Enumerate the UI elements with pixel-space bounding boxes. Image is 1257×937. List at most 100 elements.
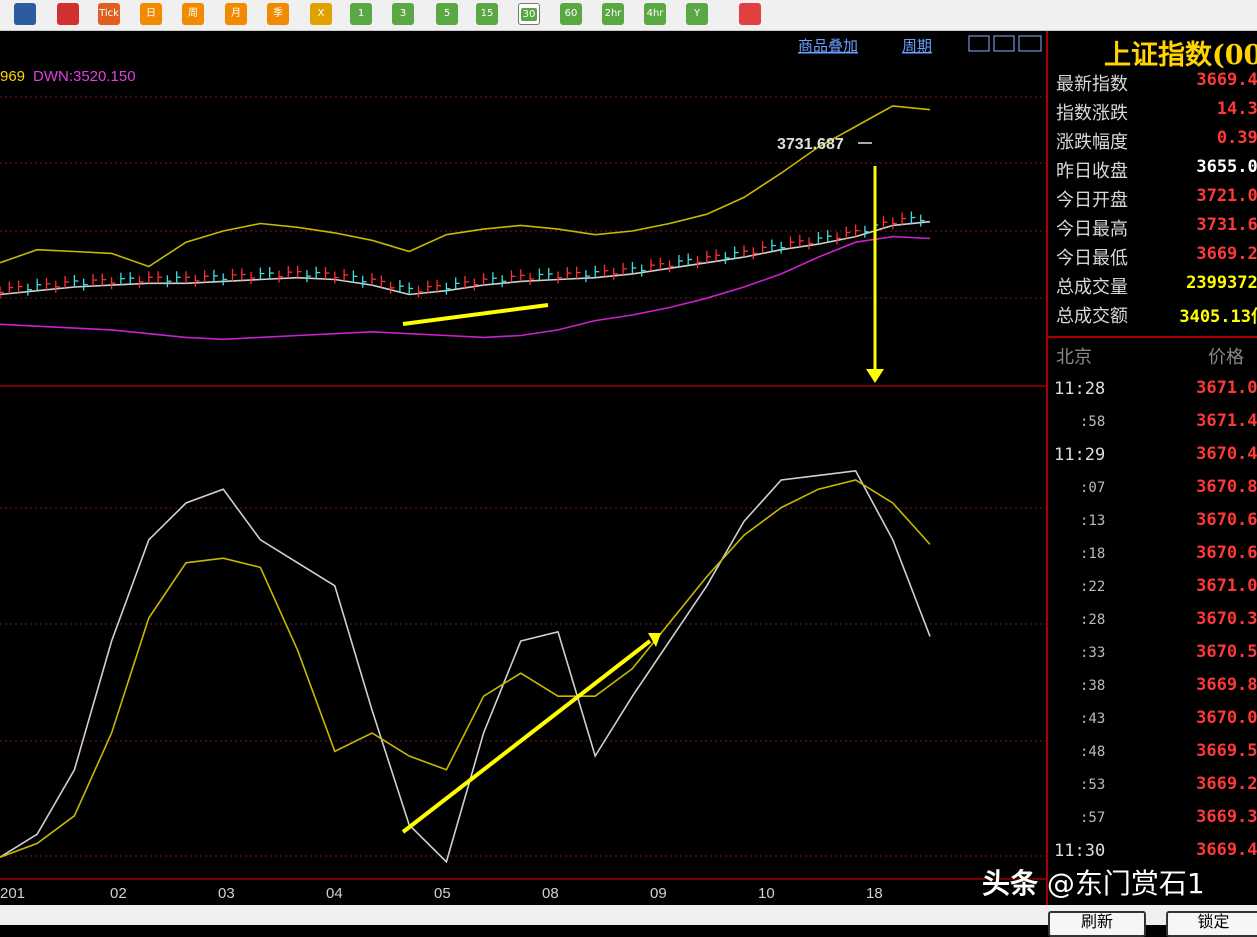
quote-value: 3731.68 bbox=[1196, 215, 1257, 235]
x-axis-label: 03 bbox=[218, 885, 235, 902]
high-price-marker: 3731.687 bbox=[777, 136, 844, 153]
tick-row: :18 3670.605 bbox=[1048, 538, 1257, 571]
tick-row: :28 3670.355 bbox=[1048, 604, 1257, 637]
quote-row: 总成交量 23993726 bbox=[1048, 270, 1257, 299]
quote-label: 昨日收盘 bbox=[1056, 161, 1128, 182]
quote-value: 0.39% bbox=[1216, 128, 1257, 148]
lock-button[interactable]: 锁定 bbox=[1166, 911, 1257, 937]
toolbar-draw-button[interactable] bbox=[739, 3, 761, 25]
quote-row: 今日最低 3669.29 bbox=[1048, 241, 1257, 270]
ticks-header-price: 价格 bbox=[1208, 347, 1244, 368]
quote-row: 指数涨跌 14.32 bbox=[1048, 96, 1257, 125]
toolbar-30min-button[interactable]: 30 bbox=[518, 3, 540, 25]
quote-row: 涨跌幅度 0.39% bbox=[1048, 125, 1257, 154]
tick-time: :48 bbox=[1080, 744, 1106, 760]
tick-time: :43 bbox=[1080, 711, 1106, 727]
quote-row: 总成交额 3405.13亿 bbox=[1048, 299, 1257, 328]
toolbar-5min-button[interactable]: 5 bbox=[436, 3, 458, 25]
toolbar-30min-label: 30 bbox=[520, 8, 538, 21]
quote-value: 14.32 bbox=[1216, 99, 1257, 119]
chart-area[interactable]: 201 02 03 04 05 08 09 10 18 969 DWN:3520.150 商品叠… bbox=[0, 31, 1046, 905]
tick-row: 11:29 3670.456 bbox=[1048, 439, 1257, 472]
x-axis-label: 10 bbox=[758, 885, 775, 902]
tick-time: :13 bbox=[1080, 513, 1106, 529]
tick-row: :07 3670.800 bbox=[1048, 472, 1257, 505]
tick-time: 11:30 bbox=[1054, 841, 1106, 861]
tick-price: 3670.060 bbox=[1196, 708, 1257, 728]
toolbar-year-button[interactable]: Y bbox=[686, 3, 708, 25]
x-axis-label: 08 bbox=[542, 885, 559, 902]
quote-value: 3669.29 bbox=[1196, 244, 1257, 264]
toolbar-x-button[interactable]: X bbox=[310, 3, 332, 25]
quote-label: 今日开盘 bbox=[1056, 190, 1128, 211]
x-axis-label: 05 bbox=[434, 885, 451, 902]
tick-price: 3670.800 bbox=[1196, 477, 1257, 497]
tick-price: 3670.355 bbox=[1196, 609, 1257, 629]
toolbar-day-button[interactable]: 日 bbox=[140, 3, 162, 25]
quote-row: 最新指数 3669.41 bbox=[1048, 67, 1257, 96]
tick-row: :48 3669.502 bbox=[1048, 736, 1257, 769]
toolbar-line-button[interactable] bbox=[57, 3, 79, 25]
indicator-mid-label: 969 bbox=[0, 68, 25, 85]
tick-time: :28 bbox=[1080, 612, 1106, 628]
toolbar-month-button[interactable]: 月 bbox=[225, 3, 247, 25]
x-axis-label: 04 bbox=[326, 885, 343, 902]
watermark-handle: @东门赏石1 bbox=[1046, 867, 1205, 900]
x-axis-label: 02 bbox=[110, 885, 127, 902]
tick-row: :13 3670.631 bbox=[1048, 505, 1257, 538]
toolbar-1min-button[interactable]: 1 bbox=[350, 3, 372, 25]
ticks-header-time: 北京 bbox=[1056, 347, 1092, 368]
status-bar: 刷新 锁定 bbox=[0, 905, 1257, 937]
tick-price: 3669.416 bbox=[1196, 840, 1257, 860]
tick-time: :18 bbox=[1080, 546, 1106, 562]
tick-time: :22 bbox=[1080, 579, 1106, 595]
tick-price: 3670.456 bbox=[1196, 444, 1257, 464]
tick-row: :38 3669.830 bbox=[1048, 670, 1257, 703]
refresh-button[interactable]: 刷新 bbox=[1048, 911, 1146, 937]
x-axis-label: 201 bbox=[0, 885, 25, 902]
tick-time: :57 bbox=[1080, 810, 1106, 826]
quote-label: 总成交额 bbox=[1056, 306, 1128, 327]
tick-time: :58 bbox=[1080, 414, 1106, 430]
tick-price: 3669.830 bbox=[1196, 675, 1257, 695]
toolbar-2hr-button[interactable]: 2hr bbox=[602, 3, 624, 25]
overlay-link[interactable]: 商品叠加 bbox=[798, 37, 858, 55]
toolbar-3min-button[interactable]: 3 bbox=[392, 3, 414, 25]
tick-row: :43 3670.060 bbox=[1048, 703, 1257, 736]
x-axis-label: 18 bbox=[866, 885, 883, 902]
quote-label: 最新指数 bbox=[1056, 74, 1128, 95]
tick-row: 11:28 3671.085 bbox=[1048, 373, 1257, 406]
toolbar-15min-button[interactable]: 15 bbox=[476, 3, 498, 25]
quote-label: 今日最高 bbox=[1056, 219, 1128, 240]
quote-panel: 上证指数(00 最新指数3669.41指数涨跌14.32涨跌幅度0.39%昨日收… bbox=[1046, 31, 1257, 905]
tick-row: :58 3671.456 bbox=[1048, 406, 1257, 439]
tick-time: 11:29 bbox=[1054, 445, 1106, 465]
tick-price: 3669.324 bbox=[1196, 807, 1257, 827]
quote-row: 昨日收盘 3655.08 bbox=[1048, 154, 1257, 183]
tick-price: 3671.456 bbox=[1196, 411, 1257, 431]
quote-value: 3405.13亿 bbox=[1179, 307, 1257, 327]
toolbar-tick-button[interactable]: Tick bbox=[98, 3, 120, 25]
toolbar-season-button[interactable]: 季 bbox=[267, 3, 289, 25]
tick-time: :38 bbox=[1080, 678, 1106, 694]
tick-row: :57 3669.324 bbox=[1048, 802, 1257, 835]
tick-time: :33 bbox=[1080, 645, 1106, 661]
watermark-brand: 头条 bbox=[982, 867, 1039, 900]
quote-row: 今日最高 3731.68 bbox=[1048, 212, 1257, 241]
tick-row: :22 3671.016 bbox=[1048, 571, 1257, 604]
quote-row: 今日开盘 3721.08 bbox=[1048, 183, 1257, 212]
quote-value: 3655.08 bbox=[1196, 157, 1257, 177]
watermark: 头条 @东门赏石1 bbox=[982, 862, 1205, 902]
tick-time: :07 bbox=[1080, 480, 1106, 496]
toolbar-60min-button[interactable]: 60 bbox=[560, 3, 582, 25]
toolbar: Tick 日周月季 X 1 3 5 15 30 60 2hr 4hr Y bbox=[0, 0, 1257, 31]
tick-price: 3670.564 bbox=[1196, 642, 1257, 662]
toolbar-table-button[interactable] bbox=[14, 3, 36, 25]
tick-row: :33 3670.564 bbox=[1048, 637, 1257, 670]
panel-separator bbox=[1048, 336, 1257, 338]
toolbar-4hr-button[interactable]: 4hr bbox=[644, 3, 666, 25]
toolbar-week-button[interactable]: 周 bbox=[182, 3, 204, 25]
quote-label: 今日最低 bbox=[1056, 248, 1128, 269]
period-link[interactable]: 周期 bbox=[902, 37, 932, 55]
tick-price: 3671.085 bbox=[1196, 378, 1257, 398]
